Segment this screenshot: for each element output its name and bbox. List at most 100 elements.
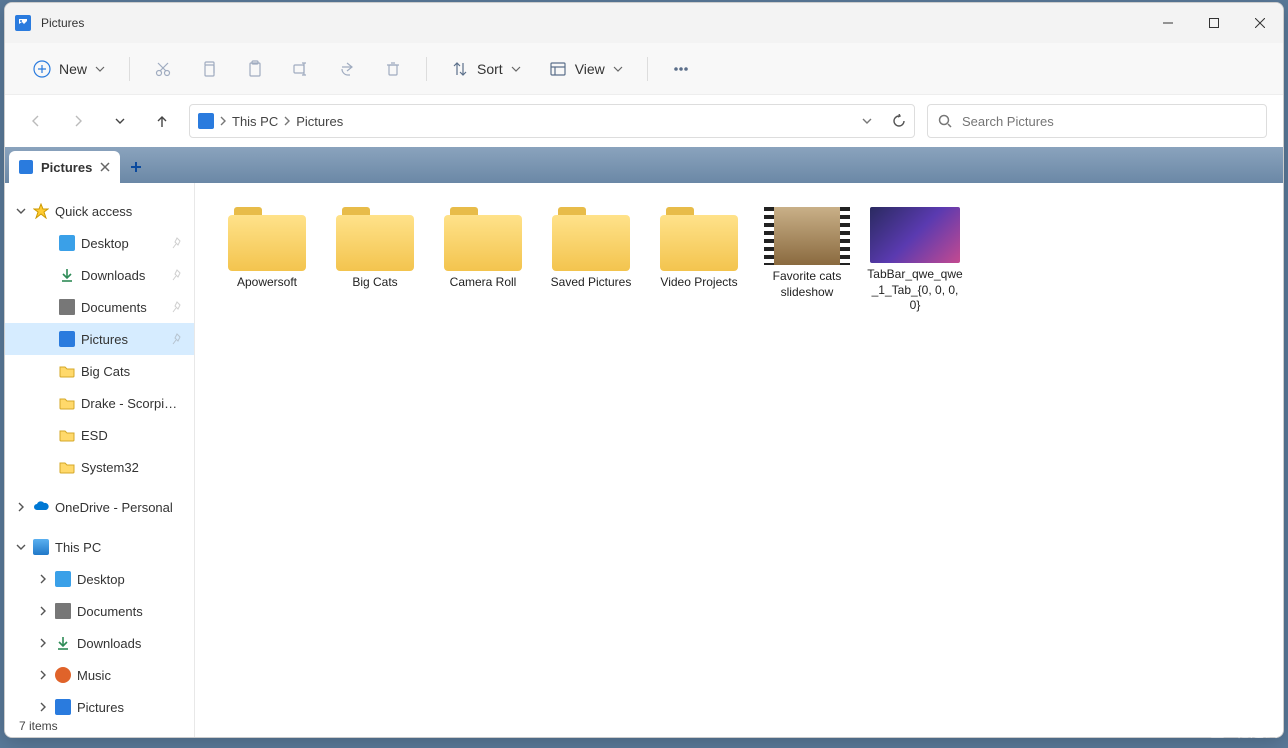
forward-button[interactable] bbox=[63, 106, 93, 136]
folder-icon bbox=[228, 207, 306, 271]
sidebar-item-this-pc[interactable]: This PC bbox=[5, 531, 194, 563]
app-icon bbox=[15, 15, 31, 31]
recent-dropdown[interactable] bbox=[105, 106, 135, 136]
tab-label: Pictures bbox=[41, 160, 92, 175]
new-label: New bbox=[59, 61, 87, 77]
pictures-icon bbox=[55, 699, 71, 715]
delete-button[interactable] bbox=[374, 51, 412, 87]
sidebar-item-pc-documents[interactable]: Documents bbox=[5, 595, 194, 627]
download-icon bbox=[55, 635, 71, 651]
paste-icon bbox=[246, 60, 264, 78]
chevron-down-icon bbox=[613, 64, 623, 74]
search-box[interactable] bbox=[927, 104, 1267, 138]
sidebar-item-pc-downloads[interactable]: Downloads bbox=[5, 627, 194, 659]
chevron-down-icon bbox=[511, 64, 521, 74]
sidebar-item-big-cats[interactable]: Big Cats bbox=[5, 355, 194, 387]
tab-pictures[interactable]: Pictures bbox=[9, 151, 120, 183]
navigation-pane[interactable]: Quick access Desktop Downloads Documents… bbox=[5, 183, 195, 737]
video-item[interactable]: Favorite cats slideshow bbox=[755, 203, 859, 318]
sidebar-item-pc-music[interactable]: Music bbox=[5, 659, 194, 691]
pin-icon bbox=[172, 333, 184, 345]
close-button[interactable] bbox=[1237, 3, 1283, 43]
folder-icon bbox=[660, 207, 738, 271]
folder-icon bbox=[552, 207, 630, 271]
pin-icon bbox=[172, 269, 184, 281]
pc-icon bbox=[33, 539, 49, 555]
folder-item[interactable]: Big Cats bbox=[323, 203, 427, 318]
copy-button[interactable] bbox=[190, 51, 228, 87]
ellipsis-icon bbox=[672, 60, 690, 78]
chevron-right-icon bbox=[282, 116, 292, 126]
share-button[interactable] bbox=[328, 51, 366, 87]
sidebar-item-esd[interactable]: ESD bbox=[5, 419, 194, 451]
minimize-button[interactable] bbox=[1145, 3, 1191, 43]
folder-item[interactable]: Video Projects bbox=[647, 203, 751, 318]
close-tab-icon[interactable] bbox=[100, 162, 110, 172]
new-button[interactable]: New bbox=[23, 51, 115, 87]
breadcrumb-root[interactable]: This PC bbox=[232, 114, 278, 129]
search-icon bbox=[938, 114, 952, 128]
rename-icon bbox=[292, 60, 310, 78]
folder-icon bbox=[59, 427, 75, 443]
more-button[interactable] bbox=[662, 51, 700, 87]
maximize-button[interactable] bbox=[1191, 3, 1237, 43]
music-icon bbox=[55, 667, 71, 683]
desktop-icon bbox=[55, 571, 71, 587]
folder-item[interactable]: Apowersoft bbox=[215, 203, 319, 318]
search-input[interactable] bbox=[962, 114, 1256, 129]
star-icon bbox=[33, 203, 49, 219]
address-bar-row: This PC Pictures bbox=[5, 95, 1283, 147]
items-view[interactable]: Apowersoft Big Cats Camera Roll Saved Pi… bbox=[195, 183, 1283, 737]
chevron-down-icon bbox=[95, 64, 105, 74]
refresh-icon[interactable] bbox=[892, 114, 906, 128]
breadcrumb[interactable]: This PC Pictures bbox=[189, 104, 915, 138]
status-bar: 7 items bbox=[19, 719, 58, 733]
rename-button[interactable] bbox=[282, 51, 320, 87]
chevron-down-icon[interactable] bbox=[862, 116, 872, 126]
trash-icon bbox=[384, 60, 402, 78]
download-icon bbox=[59, 267, 75, 283]
pictures-icon bbox=[59, 331, 75, 347]
sidebar-item-pc-desktop[interactable]: Desktop bbox=[5, 563, 194, 595]
command-toolbar: New Sort View bbox=[5, 43, 1283, 95]
view-icon bbox=[549, 60, 567, 78]
folder-icon bbox=[336, 207, 414, 271]
add-tab-button[interactable] bbox=[124, 155, 148, 179]
folder-icon bbox=[59, 363, 75, 379]
sort-button[interactable]: Sort bbox=[441, 51, 531, 87]
plus-circle-icon bbox=[33, 60, 51, 78]
sidebar-item-pictures[interactable]: Pictures bbox=[5, 323, 194, 355]
tab-bar: Pictures bbox=[5, 147, 1283, 183]
copy-icon bbox=[200, 60, 218, 78]
image-thumbnail bbox=[870, 207, 960, 263]
sidebar-item-desktop[interactable]: Desktop bbox=[5, 227, 194, 259]
image-item[interactable]: TabBar_qwe_qwe_1_Tab_{0, 0, 0, 0} bbox=[863, 203, 967, 318]
pin-icon bbox=[172, 237, 184, 249]
sidebar-item-documents[interactable]: Documents bbox=[5, 291, 194, 323]
video-thumbnail bbox=[764, 207, 850, 265]
sidebar-item-system32[interactable]: System32 bbox=[5, 451, 194, 483]
folder-item[interactable]: Saved Pictures bbox=[539, 203, 643, 318]
view-button[interactable]: View bbox=[539, 51, 633, 87]
sidebar-item-onedrive[interactable]: OneDrive - Personal bbox=[5, 491, 194, 523]
sidebar-item-drake[interactable]: Drake - Scorpion (320) bbox=[5, 387, 194, 419]
window-title: Pictures bbox=[41, 16, 84, 30]
folder-item[interactable]: Camera Roll bbox=[431, 203, 535, 318]
folder-icon bbox=[444, 207, 522, 271]
sidebar-item-downloads[interactable]: Downloads bbox=[5, 259, 194, 291]
cut-button[interactable] bbox=[144, 51, 182, 87]
onedrive-icon bbox=[33, 499, 49, 515]
watermark: 亿速云 bbox=[1204, 722, 1278, 742]
pin-icon bbox=[172, 301, 184, 313]
pictures-icon bbox=[19, 160, 33, 174]
breadcrumb-current[interactable]: Pictures bbox=[296, 114, 343, 129]
paste-button[interactable] bbox=[236, 51, 274, 87]
pictures-icon bbox=[198, 113, 214, 129]
sidebar-item-quick-access[interactable]: Quick access bbox=[5, 195, 194, 227]
back-button[interactable] bbox=[21, 106, 51, 136]
cut-icon bbox=[154, 60, 172, 78]
titlebar: Pictures bbox=[5, 3, 1283, 43]
file-explorer-window: Pictures New Sort View bbox=[4, 2, 1284, 738]
sort-icon bbox=[451, 60, 469, 78]
up-button[interactable] bbox=[147, 106, 177, 136]
